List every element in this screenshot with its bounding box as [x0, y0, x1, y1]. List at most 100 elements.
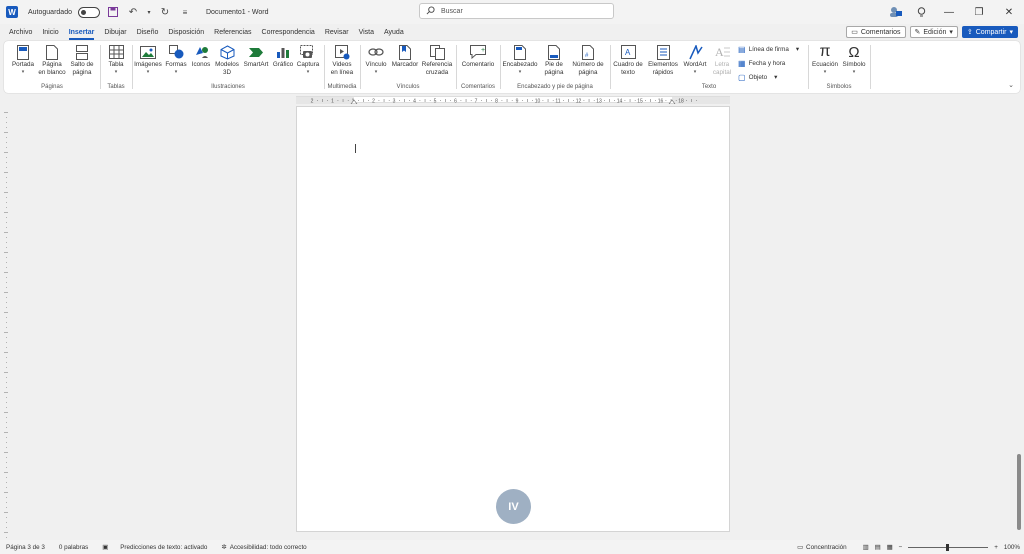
page-badge[interactable]: IV — [496, 489, 531, 524]
lightbulb-icon[interactable] — [908, 0, 934, 24]
tab-archivo[interactable]: Archivo — [4, 24, 37, 40]
tab-dibujar[interactable]: Dibujar — [99, 24, 131, 40]
date-time-button[interactable]: ▦ Fecha y hora — [738, 59, 785, 68]
undo-icon[interactable]: ↶ — [126, 5, 140, 19]
tab-correspondencia[interactable]: Correspondencia — [257, 24, 320, 40]
group-label-encabezado: Encabezado y pie de página — [517, 84, 593, 90]
vertical-ruler-tick — [6, 287, 7, 288]
document-title: Documento1 - Word — [205, 8, 269, 16]
smartart-button[interactable]: SmartArt — [242, 43, 270, 69]
autosave-toggle[interactable] — [77, 6, 100, 18]
save-icon[interactable] — [106, 5, 120, 19]
text-box-button[interactable]: A Cuadro de texto — [612, 43, 644, 77]
cover-page-button[interactable]: Portada ▾ — [9, 43, 37, 75]
page-count[interactable]: Página 3 de 3 — [6, 544, 45, 551]
zoom-slider-thumb[interactable] — [946, 543, 950, 551]
vertical-ruler-tick — [6, 322, 7, 323]
screenshot-icon — [299, 43, 317, 61]
word-count[interactable]: 0 palabras — [59, 544, 88, 551]
chevron-down-icon: ▾ — [306, 69, 310, 75]
vertical-ruler-tick — [4, 392, 8, 393]
pencil-icon: ✎ — [914, 29, 921, 36]
tab-diseno[interactable]: Diseño — [132, 24, 164, 40]
quick-parts-button[interactable]: Elementos rápidos — [646, 43, 680, 77]
collapse-ribbon-icon[interactable]: ⌄ — [1008, 81, 1014, 89]
blank-page-button[interactable]: Página en blanco — [38, 43, 66, 77]
editing-button[interactable]: ✎ Edición ▾ — [909, 26, 958, 38]
icons-button[interactable]: Iconos — [190, 43, 212, 69]
proofing-icon[interactable]: ▣ — [102, 544, 108, 551]
tab-vista[interactable]: Vista — [354, 24, 379, 40]
vertical-ruler[interactable] — [4, 110, 10, 540]
text-predictions[interactable]: Predicciones de texto: activado — [120, 544, 207, 551]
comments-button[interactable]: ▭ Comentarios — [846, 26, 906, 38]
print-layout-icon[interactable]: ▤ — [875, 544, 881, 551]
video-icon — [333, 43, 351, 61]
ruler-tick — [542, 100, 544, 101]
chevron-down-icon[interactable]: ▾ — [146, 5, 152, 19]
bookmark-button[interactable]: Marcador — [390, 43, 420, 69]
web-layout-icon[interactable]: ▦ — [887, 544, 893, 551]
signature-line-button[interactable]: ▤ Línea de firma ▾ — [738, 45, 799, 54]
images-button[interactable]: Imágenes ▾ — [134, 43, 162, 75]
chevron-down-icon: ▾ — [374, 69, 378, 75]
read-mode-icon[interactable]: ▥ — [863, 544, 869, 551]
close-icon[interactable]: ✕ — [994, 0, 1024, 24]
share-button[interactable]: ⇪ Compartir ▾ — [961, 26, 1018, 38]
footer-button[interactable]: Pie de página — [540, 43, 568, 77]
tab-ayuda[interactable]: Ayuda — [379, 24, 409, 40]
chevron-down-icon: ▾ — [774, 74, 778, 81]
shapes-button[interactable]: Formas ▾ — [164, 43, 188, 75]
page-break-button[interactable]: Salto de página — [68, 43, 96, 77]
footer-icon — [545, 43, 563, 61]
drop-cap-button[interactable]: A Letra capital — [710, 43, 734, 77]
page-break-icon — [73, 43, 91, 61]
document-page[interactable] — [296, 106, 730, 532]
ruler-tick — [547, 99, 549, 102]
wordart-button[interactable]: WordArt ▾ — [681, 43, 709, 75]
ruler-tick — [445, 99, 446, 102]
group-encabezado: Encabezado ▾ Pie de página # Número de p… — [502, 43, 608, 91]
new-comment-button[interactable]: + Comentario — [458, 43, 498, 69]
redo-icon[interactable]: ↻ — [158, 5, 172, 19]
vertical-ruler-tick — [6, 187, 7, 188]
tab-inicio[interactable]: Inicio — [37, 24, 63, 40]
header-button[interactable]: Encabezado ▾ — [502, 43, 538, 75]
svg-text:A: A — [715, 45, 724, 59]
page-break-label-1: Salto de — [70, 61, 94, 68]
cross-reference-button[interactable]: Referencia cruzada — [421, 43, 453, 77]
search-input[interactable]: Buscar — [419, 3, 614, 19]
object-button[interactable]: ▢ Objeto ▾ — [738, 73, 777, 82]
table-button[interactable]: Tabla ▾ — [104, 43, 128, 75]
3d-models-button[interactable]: Modelos 3D — [214, 43, 240, 77]
vertical-ruler-tick — [6, 177, 7, 178]
symbol-button[interactable]: Ω Símbolo ▾ — [840, 43, 868, 76]
accessibility-status[interactable]: ✲ Accesibilidad: todo correcto — [221, 544, 306, 551]
minimize-icon[interactable]: — — [934, 0, 964, 24]
horizontal-ruler[interactable]: 211234567891011121314151618 — [296, 96, 730, 104]
tab-referencias[interactable]: Referencias — [209, 24, 256, 40]
restore-icon[interactable]: ❐ — [964, 0, 994, 24]
tab-revisar[interactable]: Revisar — [320, 24, 354, 40]
link-button[interactable]: Vínculo ▾ — [362, 43, 390, 75]
zoom-slider[interactable] — [908, 543, 989, 551]
group-label-simbolos: Símbolos — [826, 84, 852, 90]
tab-insertar[interactable]: Insertar — [64, 24, 100, 40]
chart-button[interactable]: Gráfico — [272, 43, 294, 69]
customize-toolbar-icon[interactable]: ≡ — [178, 5, 192, 19]
vertical-ruler-tick — [6, 242, 7, 243]
focus-mode-button[interactable]: ▭ Concentración — [797, 544, 847, 551]
vertical-scrollbar-thumb[interactable] — [1017, 454, 1021, 530]
page-number-label-2: página — [578, 69, 598, 76]
zoom-out-icon[interactable]: − — [899, 544, 903, 551]
account-avatar-icon[interactable] — [882, 0, 908, 24]
zoom-level[interactable]: 100% — [1004, 544, 1020, 551]
tab-disposicion[interactable]: Disposición — [163, 24, 209, 40]
equation-button[interactable]: π Ecuación ▾ — [810, 43, 840, 75]
screenshot-button[interactable]: Captura ▾ — [295, 43, 321, 75]
table-icon — [107, 43, 125, 61]
ruler-tick — [378, 100, 380, 101]
zoom-in-icon[interactable]: + — [994, 544, 998, 551]
page-number-button[interactable]: # Número de página — [570, 43, 606, 77]
online-video-button[interactable]: Videos en línea — [328, 43, 356, 77]
